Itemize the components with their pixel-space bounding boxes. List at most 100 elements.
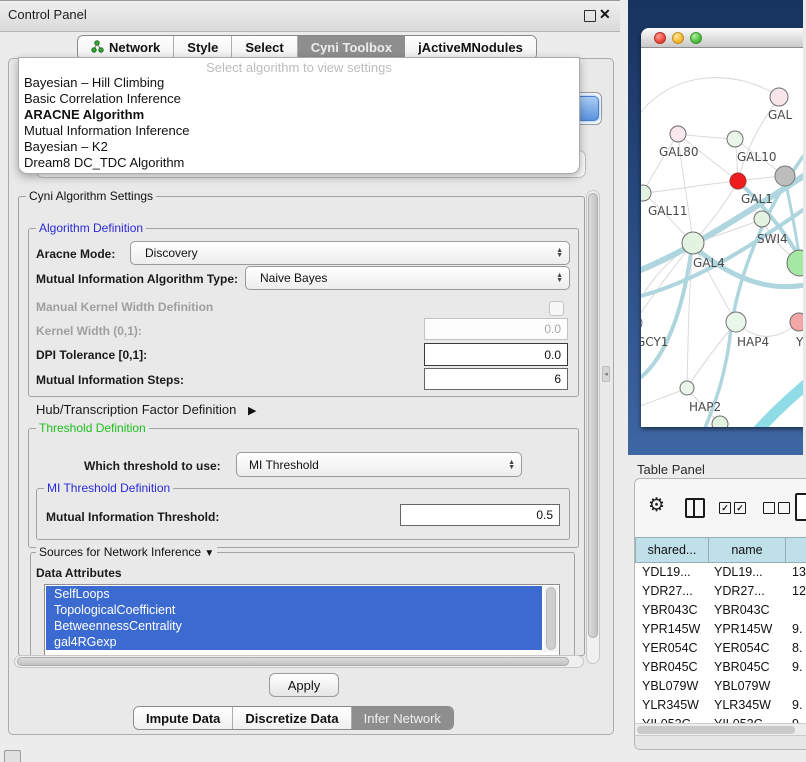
corner-widget[interactable] <box>4 750 21 762</box>
expand-right-icon: ▶ <box>248 405 256 417</box>
sources-legend[interactable]: Sources for Network Inference ▼ <box>36 545 217 559</box>
table-body: YDL19...YDL19...13 YDR27...YDR27...12 YB… <box>635 563 806 723</box>
node-hap4[interactable] <box>726 312 746 332</box>
algorithm-option[interactable]: Basic Correlation Inference <box>19 91 578 107</box>
mi-type-combo[interactable]: Naive Bayes ▲▼ <box>245 266 570 290</box>
threshold-definition-legend: Threshold Definition <box>36 421 149 435</box>
node-label: GAL10 <box>737 150 776 164</box>
zoom-traffic-icon[interactable] <box>690 32 702 44</box>
settings-horizontal-scrollbar[interactable] <box>14 655 584 668</box>
table-row[interactable]: YPR145WYPR145W9. <box>635 622 806 641</box>
settings-vertical-scrollbar[interactable] <box>586 190 600 664</box>
app-screen: Control Panel ✕ Network Style Select Cyn… <box>0 0 806 762</box>
table-toolbar: ⚙ ✓ ✓ <box>635 479 806 537</box>
control-panel-title: Control Panel <box>8 7 87 22</box>
table-row[interactable]: YER054CYER054C8. <box>635 641 806 660</box>
tab-jactivemnodules[interactable]: jActiveMNodules <box>405 36 536 59</box>
node-swi4[interactable] <box>754 211 770 227</box>
tab-select[interactable]: Select <box>232 36 297 59</box>
network-window[interactable]: GAL GAL80 GAL10 GAL1 GAL11 SWI4 GAL4 GCY… <box>641 28 806 427</box>
tab-cyni-toolbox[interactable]: Cyni Toolbox <box>298 36 405 59</box>
table-horizontal-scrollbar[interactable] <box>635 723 806 735</box>
list-item[interactable]: TopologicalCoefficient <box>46 602 542 618</box>
minimize-traffic-icon[interactable] <box>672 32 684 44</box>
mi-steps-field[interactable]: 6 <box>424 368 568 390</box>
list-item[interactable]: gal4RGexp <box>46 634 542 650</box>
tab-style[interactable]: Style <box>174 36 232 59</box>
node-bottom[interactable] <box>712 416 728 427</box>
mi-threshold-definition-legend: MI Threshold Definition <box>44 481 173 495</box>
node-gal2[interactable] <box>770 88 788 106</box>
dpi-tolerance-field[interactable]: 0.0 <box>424 343 568 366</box>
table-row[interactable]: YBL079WYBL079W <box>635 679 806 698</box>
cyni-bottom-tabbar: Impute Data Discretize Data Infer Networ… <box>133 706 454 730</box>
algorithm-option[interactable]: Mutual Information Inference <box>19 123 578 139</box>
node-hap2[interactable] <box>680 381 694 395</box>
table-row[interactable]: YDR27...YDR27...12 <box>635 584 806 603</box>
cyni-algorithm-settings-legend: Cyni Algorithm Settings <box>26 189 156 203</box>
column-header-name[interactable]: name <box>709 537 786 563</box>
tab-network[interactable]: Network <box>78 36 174 59</box>
node-gray[interactable] <box>775 166 795 186</box>
tab-discretize-data[interactable]: Discretize Data <box>233 707 351 729</box>
table-row[interactable]: YLR345WYLR345W9. <box>635 698 806 717</box>
table-row[interactable]: YBR045CYBR045C9. <box>635 660 806 679</box>
list-item[interactable]: BetweennessCentrality <box>46 618 542 634</box>
data-attributes-label: Data Attributes <box>36 566 122 580</box>
node-gcy1[interactable] <box>641 315 642 331</box>
node-gal80[interactable] <box>670 126 686 142</box>
aracne-mode-combo[interactable]: Discovery ▲▼ <box>130 241 570 265</box>
node-label: GAL4 <box>693 256 725 270</box>
table-panel-title: Table Panel <box>637 462 705 477</box>
list-item[interactable]: SelfLoops <box>46 586 542 602</box>
list-scrollbar[interactable] <box>544 586 558 652</box>
close-icon[interactable]: ✕ <box>599 6 611 23</box>
aracne-mode-label: Aracne Mode: <box>36 247 115 261</box>
node-gal4[interactable] <box>682 232 704 254</box>
close-traffic-icon[interactable] <box>654 32 666 44</box>
gear-icon[interactable]: ⚙ <box>648 496 665 515</box>
algorithm-definition-legend: Algorithm Definition <box>36 221 146 235</box>
select-all-checkbox-icon[interactable]: ✓ <box>719 502 731 514</box>
column-header-shared[interactable]: shared... <box>635 537 709 563</box>
network-window-titlebar[interactable] <box>641 28 806 48</box>
hub-section-toggle[interactable]: Hub/Transcription Factor Definition ▶ <box>36 402 256 417</box>
combo-arrows-icon: ▲▼ <box>508 460 515 470</box>
algorithm-option[interactable]: Bayesian – Hill Climbing <box>19 75 578 91</box>
float-window-icon[interactable] <box>584 10 596 22</box>
algorithm-option[interactable]: Dream8 DC_TDC Algorithm <box>19 155 578 171</box>
node-gal10[interactable] <box>727 131 743 147</box>
mi-threshold-field[interactable]: 0.5 <box>400 504 560 526</box>
algorithm-dropdown-popup: Select algorithm to view settings Bayesi… <box>18 57 580 174</box>
data-attributes-list[interactable]: SelfLoops TopologicalCoefficient Between… <box>44 584 560 656</box>
manual-kernel-label: Manual Kernel Width Definition <box>36 300 213 314</box>
kernel-width-field[interactable]: 0.0 <box>424 318 568 340</box>
new-table-icon[interactable] <box>795 493 806 521</box>
table-footer <box>635 735 806 749</box>
node-gal1-selected[interactable] <box>730 173 746 189</box>
table-header-row: shared... name A <box>635 537 806 563</box>
table-row[interactable]: YDL19...YDL19...13 <box>635 565 806 584</box>
which-threshold-combo[interactable]: MI Threshold ▲▼ <box>236 452 522 477</box>
network-canvas[interactable]: GAL GAL80 GAL10 GAL1 GAL11 SWI4 GAL4 GCY… <box>641 48 806 427</box>
algorithm-option[interactable]: Bayesian – K2 <box>19 139 578 155</box>
deselect-checkbox-icon[interactable] <box>763 502 775 514</box>
column-header-avg[interactable]: A <box>786 537 806 563</box>
manual-kernel-checkbox[interactable] <box>549 301 564 316</box>
apply-button[interactable]: Apply <box>269 673 339 697</box>
node-label: SWI4 <box>757 232 788 246</box>
node-label: GAL <box>768 108 793 122</box>
node-label: HAP4 <box>737 335 769 349</box>
deselect-checkbox-icon[interactable] <box>778 502 790 514</box>
tab-impute-data[interactable]: Impute Data <box>134 707 233 729</box>
tab-infer-network[interactable]: Infer Network <box>352 707 453 729</box>
column-chooser-icon[interactable] <box>685 498 705 518</box>
tab-network-label: Network <box>109 40 160 55</box>
node-label: HAP2 <box>689 400 721 414</box>
algorithm-option-selected[interactable]: ARACNE Algorithm <box>19 107 578 123</box>
panel-divider-handle[interactable]: ◂ <box>602 366 610 382</box>
table-row[interactable]: YBR043CYBR043C <box>635 603 806 622</box>
node-label: GAL1 <box>741 192 773 206</box>
node-label: GAL80 <box>659 145 698 159</box>
select-all-checkbox-icon[interactable]: ✓ <box>734 502 746 514</box>
